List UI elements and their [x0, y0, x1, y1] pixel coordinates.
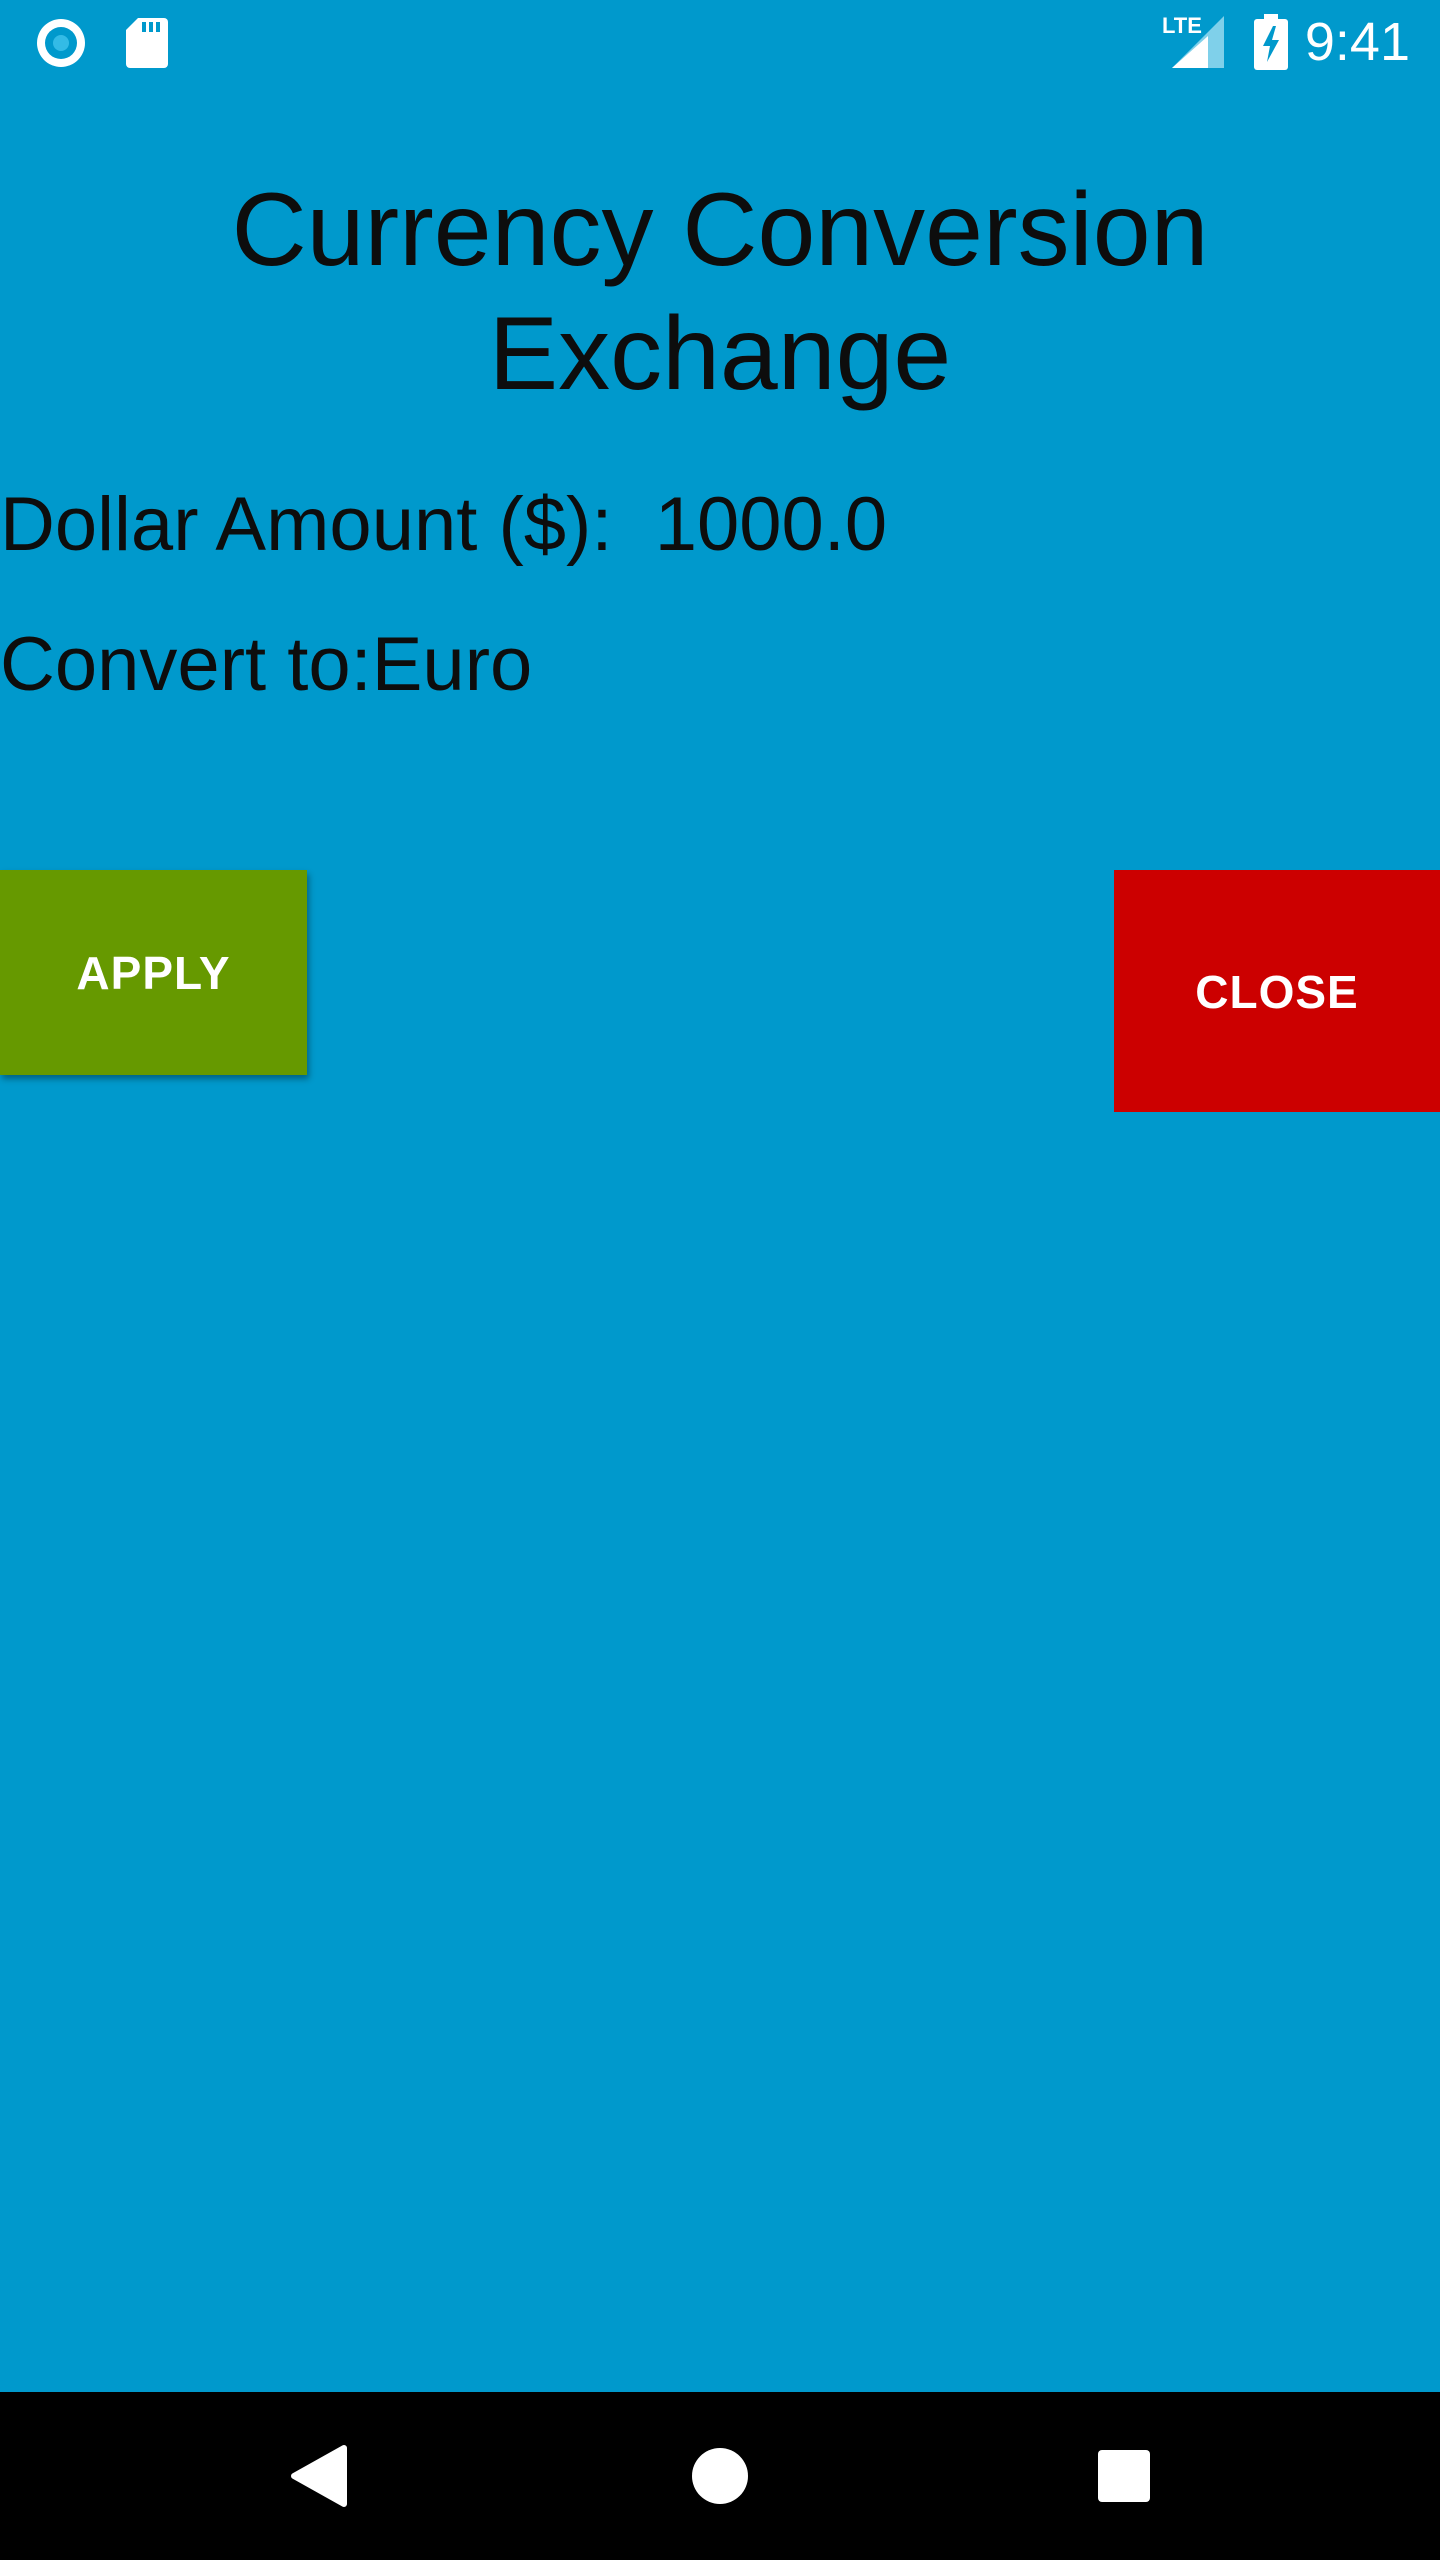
page-title: Currency Conversion Exchange	[231, 172, 1209, 412]
close-button[interactable]: CLOSE	[1114, 870, 1440, 1112]
battery-charging-icon	[1254, 14, 1288, 70]
status-bar: LTE 9:41	[0, 0, 1440, 84]
convert-to-value: Euro	[371, 622, 533, 707]
convert-to-row: Convert to:Euro	[0, 610, 532, 720]
dollar-amount-label: Dollar Amount ($):	[0, 482, 613, 567]
dollar-amount-value: 1000.0	[654, 482, 888, 567]
navigation-bar	[0, 2392, 1440, 2560]
apply-button[interactable]: APPLY	[0, 870, 307, 1075]
back-icon[interactable]	[280, 2436, 360, 2516]
recents-icon[interactable]	[1084, 2436, 1164, 2516]
status-time: 9:41	[1304, 12, 1410, 72]
lte-signal-icon: LTE	[1162, 14, 1228, 70]
convert-to-label: Convert to:	[0, 622, 372, 707]
record-icon	[37, 19, 85, 67]
dollar-amount-row: Dollar Amount ($): 1000.0	[0, 470, 887, 580]
home-icon[interactable]	[680, 2436, 760, 2516]
sd-card-icon	[126, 18, 168, 68]
